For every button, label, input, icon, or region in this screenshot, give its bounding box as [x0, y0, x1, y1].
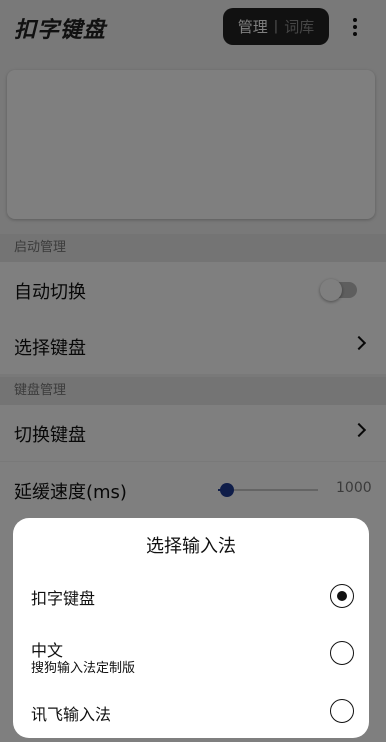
dialog-title: 选择输入法	[146, 536, 236, 557]
option-sublabel: 搜狗输入法定制版	[31, 661, 136, 676]
input-method-dialog: 选择输入法 扣字键盘 中文 搜狗输入法定制版 讯飞输入法	[13, 518, 369, 738]
option-row[interactable]: 中文 搜狗输入法定制版	[13, 630, 369, 680]
option-row[interactable]: 讯飞输入法	[13, 687, 369, 737]
radio-button[interactable]	[330, 699, 354, 723]
option-label: 扣字键盘	[31, 589, 96, 608]
option-row[interactable]: 扣字键盘	[13, 571, 369, 621]
radio-button[interactable]	[330, 584, 354, 608]
option-label: 讯飞输入法	[31, 705, 112, 724]
radio-selected-dot	[336, 590, 347, 601]
radio-button[interactable]	[330, 641, 354, 665]
